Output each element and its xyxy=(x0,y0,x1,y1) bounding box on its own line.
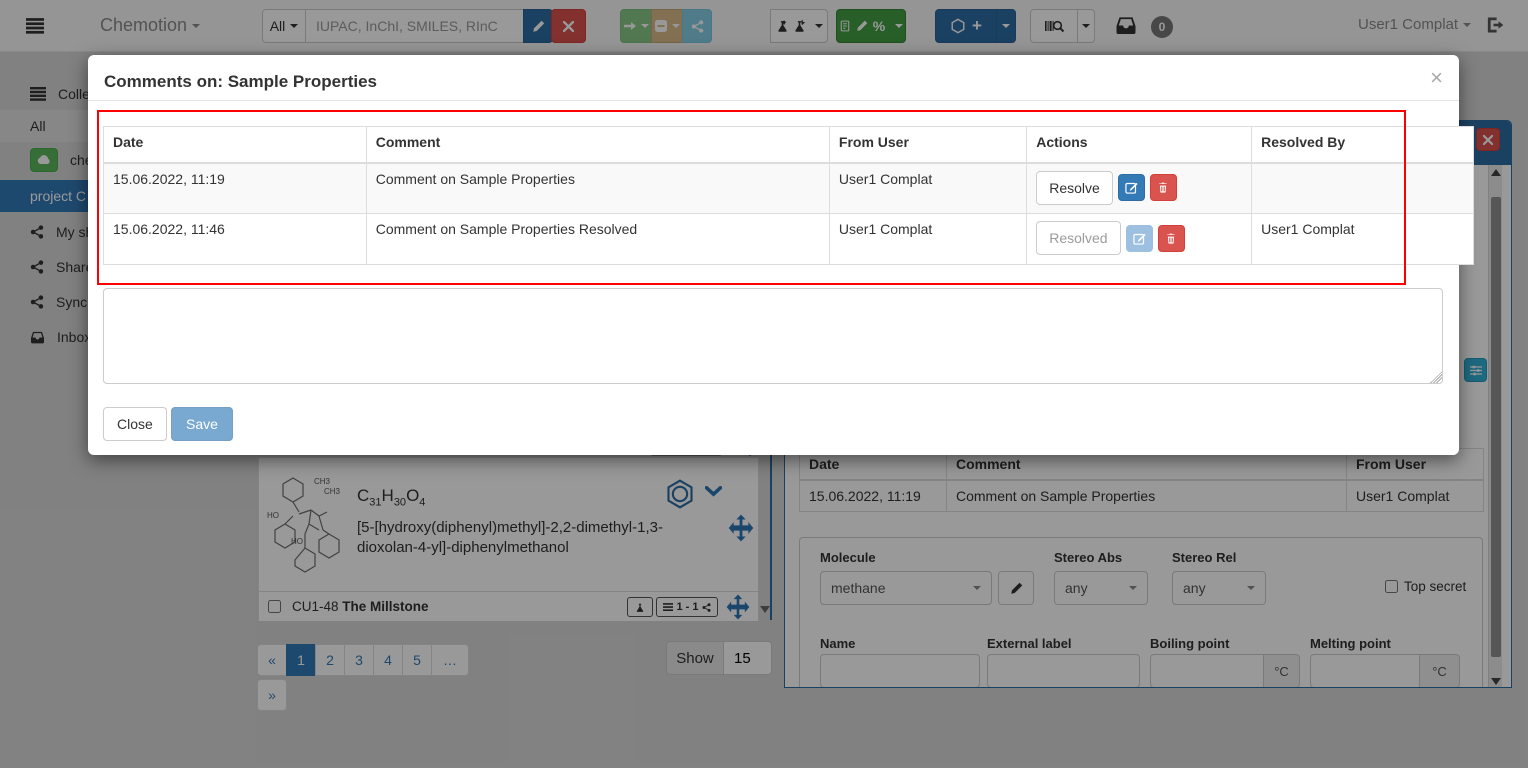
column-header-date: Date xyxy=(104,127,367,163)
resolved-button: Resolved xyxy=(1036,221,1120,255)
delete-comment-button[interactable] xyxy=(1150,174,1177,201)
comment-date: 15.06.2022, 11:19 xyxy=(104,163,367,214)
column-header-from-user: From User xyxy=(829,127,1026,163)
comment-from-user: User1 Complat xyxy=(829,163,1026,214)
column-header-resolved-by: Resolved By xyxy=(1252,127,1474,163)
modal-header-divider xyxy=(88,100,1459,101)
comments-modal: Comments on: Sample Properties × Date Co… xyxy=(88,55,1459,455)
edit-icon xyxy=(1125,181,1138,194)
trash-icon xyxy=(1157,181,1169,194)
table-header-row: Date Comment From User Actions Resolved … xyxy=(104,127,1474,163)
comment-actions: Resolved xyxy=(1027,214,1252,265)
comments-table: Date Comment From User Actions Resolved … xyxy=(103,126,1474,265)
column-header-comment: Comment xyxy=(366,127,829,163)
close-button[interactable]: Close xyxy=(103,407,167,441)
edit-icon xyxy=(1133,232,1146,245)
modal-close-icon[interactable]: × xyxy=(1430,67,1443,89)
resolve-button[interactable]: Resolve xyxy=(1036,171,1113,205)
app-root: Chemotion All % + xyxy=(0,0,1528,768)
edit-comment-button[interactable] xyxy=(1118,174,1145,201)
edit-comment-button xyxy=(1126,225,1153,252)
modal-title: Comments on: Sample Properties xyxy=(104,72,377,92)
comment-text: Comment on Sample Properties Resolved xyxy=(366,214,829,265)
trash-icon xyxy=(1165,232,1177,245)
comment-from-user: User1 Complat xyxy=(829,214,1026,265)
save-button[interactable]: Save xyxy=(171,407,233,441)
comment-date: 15.06.2022, 11:46 xyxy=(104,214,367,265)
comment-resolved-by xyxy=(1252,163,1474,214)
comment-text: Comment on Sample Properties xyxy=(366,163,829,214)
comment-resolved-by: User1 Complat xyxy=(1252,214,1474,265)
comment-actions: Resolve xyxy=(1027,163,1252,214)
delete-comment-button[interactable] xyxy=(1158,225,1185,252)
column-header-actions: Actions xyxy=(1027,127,1252,163)
table-row: 15.06.2022, 11:46 Comment on Sample Prop… xyxy=(104,214,1474,265)
table-row: 15.06.2022, 11:19 Comment on Sample Prop… xyxy=(104,163,1474,214)
new-comment-textarea[interactable] xyxy=(103,288,1443,384)
